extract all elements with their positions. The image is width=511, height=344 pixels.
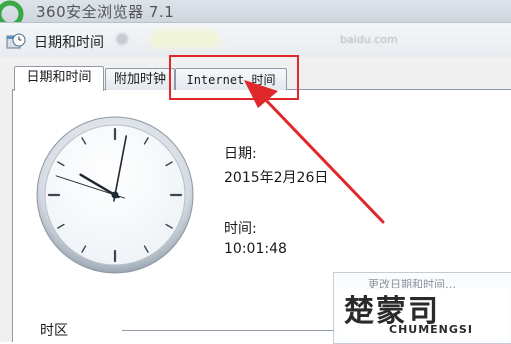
tab-date-time[interactable]: 日期和时间: [14, 66, 104, 91]
internet-time-highlight-box: [169, 55, 299, 100]
time-value: 10:01:48: [224, 241, 287, 257]
date-value: 2015年2月26日: [224, 170, 329, 186]
tab-additional-clocks[interactable]: 附加时钟: [105, 68, 175, 91]
browser-title: 360安全浏览器 7.1: [36, 3, 175, 21]
timezone-divider: [122, 330, 344, 331]
blurred-highlight: [150, 30, 220, 48]
blurred-host-text: baidu.com: [340, 33, 398, 46]
time-label: 时间:: [224, 221, 257, 237]
analog-clock: [36, 116, 194, 274]
date-label: 日期:: [224, 146, 257, 162]
watermark-logo-subtext: CHUMENGSI: [389, 323, 473, 336]
blurred-icon: [116, 33, 128, 45]
timezone-label: 时区: [40, 323, 68, 339]
clock-center-pin: [111, 191, 119, 199]
date-time-icon: [6, 33, 26, 49]
dialog-title: 日期和时间: [34, 35, 104, 51]
browser-logo-icon: [0, 0, 24, 22]
